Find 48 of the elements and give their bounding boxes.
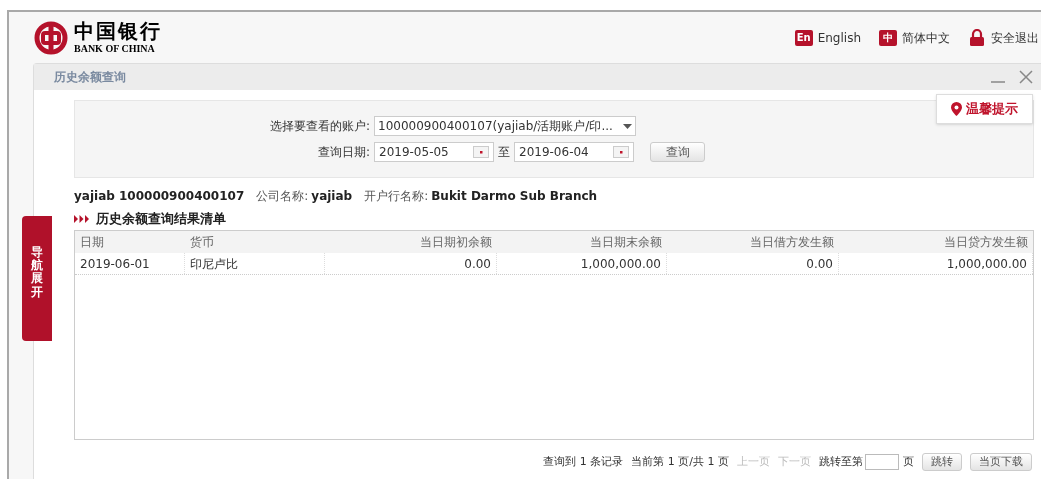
nav-expand-tab[interactable]: 导航展开 [22,216,52,341]
account-info: 公司名称: yajiab [256,188,353,205]
record-count: 查询到 1 条记录 [543,453,624,470]
column-header: 当日期末余额 [589,234,663,251]
language-link[interactable]: 中 简体中文 [879,28,950,47]
account-info: yajiab 100000900400107 [74,188,245,205]
table-cell: 1,000,000.00 [839,253,1033,274]
calendar-icon[interactable] [613,146,629,158]
lock-icon [968,28,986,47]
close-icon[interactable] [1019,70,1033,84]
language-badge: En [794,29,813,46]
account-select[interactable]: 100000900400107(yajiab/活期账户/印... [374,116,636,136]
tips-button[interactable]: 温馨提示 [936,94,1033,124]
download-button[interactable]: 当页下载 [970,453,1032,471]
table-cell: 印尼卢比 [185,253,325,274]
language-link[interactable]: En English [794,28,861,47]
triple-arrow-icon [74,215,90,223]
language-badge: 中 [879,29,897,46]
column-header: 日期 [79,234,105,251]
table-cell: 2019-06-01 [75,253,185,274]
table-cell: 0.00 [667,253,839,274]
table-cell: 1,000,000.00 [497,253,667,274]
bank-logo-chinese: 中国银行 [74,21,162,41]
account-info: 开户行名称: Bukit Darmo Sub Branch [364,188,598,205]
query-button[interactable]: 查询 [650,142,705,162]
column-header: 当日贷方发生额 [943,234,1029,251]
dropdown-caret-icon [623,123,632,129]
page-suffix: 页 [903,453,914,470]
column-header: 货币 [189,234,215,251]
jump-button[interactable]: 跳转 [922,453,962,471]
page-info: 当前第 1 页/共 1 页 [631,453,729,470]
logout-link[interactable]: 安全退出 [968,28,1039,47]
date-from-field[interactable]: 2019-05-05 [374,142,494,162]
date-separator: 至 [498,144,510,161]
date-to-field[interactable]: 2019-06-04 [514,142,634,162]
calendar-icon[interactable] [473,146,489,158]
bank-logo-icon [34,20,68,55]
location-pin-icon [951,102,962,116]
date-label: 查询日期: [316,144,370,161]
jump-label: 跳转至第 [819,453,863,470]
account-label: 选择要查看的账户: [268,118,370,135]
bank-logo-english: BANK OF CHINA [74,44,156,54]
panel-title: 历史余额查询 [54,69,126,86]
section-title: 历史余额查询结果清单 [96,210,226,229]
table-cell: 0.00 [325,253,497,274]
column-header: 当日期初余额 [419,234,493,251]
page-input[interactable] [865,454,899,470]
column-header: 当日借方发生额 [749,234,835,251]
